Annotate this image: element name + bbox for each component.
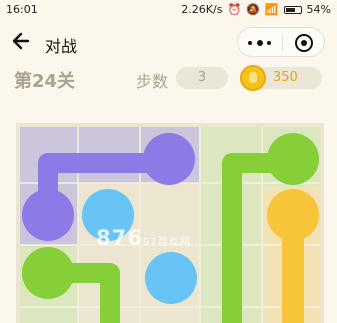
coin-value: 350 [273,70,298,85]
coin-icon [240,65,266,91]
board-canvas[interactable] [16,123,324,323]
coin-counter: 350 [240,65,322,91]
steps-label: 步数 [136,72,169,91]
game-board[interactable] [16,123,324,323]
capsule-divider [282,35,283,51]
status-time: 16:01 [6,3,38,16]
status-bar: 16:01 2.26K/s ⏰ 🔕 📶 54% [0,0,337,20]
more-dots-icon[interactable] [248,33,272,53]
yellow-dot-start[interactable] [267,189,319,241]
battery-percent: 54% [306,3,331,16]
mini-program-capsule [237,27,325,57]
net-speed: 2.26K/s [181,3,223,16]
steps-counter: 3 [176,67,228,89]
title-bar: 对战 [0,22,337,62]
page-title: 对战 [45,37,78,56]
watermark-logo: 876 [96,226,143,250]
close-target-icon[interactable] [295,34,313,52]
level-label: 第24关 [14,71,76,92]
green-dot-top[interactable] [267,133,319,185]
watermark-text: 97游戏网 [142,237,191,248]
alarm-icon: ⏰ [227,3,242,16]
purple-dot-end[interactable] [143,133,195,185]
battery-icon [283,5,302,14]
wifi-icon: 📶 [264,3,279,16]
info-bar: 第24关 步数 3 350 [0,64,337,94]
status-right-group: 2.26K/s ⏰ 🔕 📶 54% [181,3,331,16]
green-dot-left[interactable] [22,247,74,299]
blue-dot-end[interactable] [145,252,197,304]
mute-icon: 🔕 [246,3,260,16]
back-arrow-icon[interactable] [12,32,30,50]
purple-dot-start[interactable] [22,189,74,241]
watermark: 87697游戏网 [96,226,191,250]
